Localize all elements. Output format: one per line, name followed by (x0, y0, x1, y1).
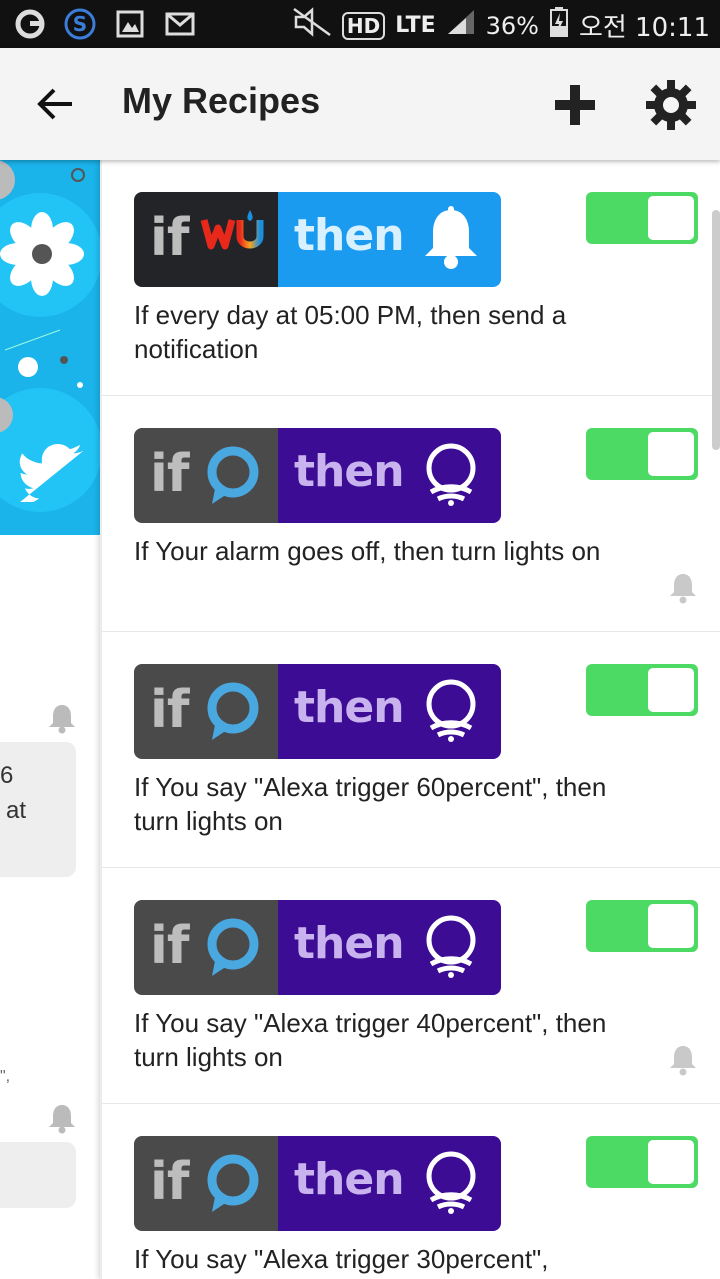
recipe-badge[interactable]: if then (134, 428, 501, 523)
recipe-toggle[interactable] (586, 900, 698, 952)
recipe-toggle[interactable] (586, 1136, 698, 1188)
action-channel: then (278, 428, 501, 523)
hue-lights-icon (421, 678, 481, 742)
recipe-item[interactable]: if then If You say "Alexa trigger 30percen… (102, 1104, 720, 1279)
svg-text:S: S (73, 12, 87, 36)
trigger-channel: if (134, 1136, 278, 1231)
then-label: then (294, 446, 405, 497)
settings-gear-icon[interactable] (644, 78, 698, 132)
recipe-description: If every day at 05:00 PM, then send a no… (134, 300, 567, 364)
recipe-item[interactable]: if then If every day at 05:00 PM, then sen… (102, 160, 720, 396)
recipe-item[interactable]: if then If You say "Alexa trigger 60percen… (102, 632, 720, 868)
alexa-icon (200, 678, 266, 744)
then-label: then (294, 210, 405, 261)
recipe-badge[interactable]: if then (134, 664, 501, 759)
trigger-channel: if (134, 664, 278, 759)
recipe-card[interactable] (0, 1142, 76, 1208)
hue-lights-icon (421, 442, 481, 506)
signal-icon (446, 8, 476, 43)
alexa-icon (200, 442, 266, 508)
app-s-icon: S (64, 8, 96, 40)
scrollbar[interactable] (712, 210, 720, 450)
if-label: if (150, 444, 189, 504)
then-label: then (294, 682, 405, 733)
trigger-channel: if (134, 900, 278, 995)
trigger-channel: if (134, 192, 278, 287)
action-channel: then (278, 900, 501, 995)
toggle-knob (648, 432, 694, 476)
recipe-description: If You say "Alexa trigger 60percent", th… (134, 772, 607, 836)
action-channel: then (278, 664, 501, 759)
mute-icon (292, 7, 332, 44)
if-label: if (150, 916, 189, 976)
recipe-badge[interactable]: if then (134, 900, 501, 995)
add-recipe-icon[interactable] (552, 82, 598, 128)
recipe-list[interactable]: if then If every day at 05:00 PM, then sen… (100, 160, 720, 1279)
toggle-knob (648, 904, 694, 948)
recipe-description: If You say "Alexa trigger 40percent", th… (134, 1008, 607, 1072)
recipe-text-fragment: ", (0, 1068, 11, 1085)
if-label: if (150, 680, 189, 740)
hue-lights-icon (421, 1150, 481, 1214)
recipe-text-fragment: at (6, 797, 27, 824)
if-label: if (150, 208, 189, 268)
lte-indicator: LTE (395, 13, 436, 38)
status-bar: S HD LTE 36% 오전 10:11 (0, 0, 720, 48)
recipe-description: If You say "Alexa trigger 30percent", (134, 1244, 549, 1274)
notification-off-bell-icon[interactable] (668, 1044, 698, 1076)
toggle-knob (648, 668, 694, 712)
recipe-item[interactable]: if then If Your alarm goes off, then turn … (102, 396, 720, 632)
action-channel: then (278, 1136, 501, 1231)
alexa-icon (200, 1150, 266, 1216)
toggle-knob (648, 1140, 694, 1184)
mail-icon (164, 8, 196, 40)
hue-lights-icon (421, 914, 481, 978)
app-bar: My Recipes (0, 48, 720, 160)
alexa-icon (200, 914, 266, 980)
action-channel: then (278, 192, 501, 287)
if-label: if (150, 1152, 189, 1212)
recipe-toggle[interactable] (586, 428, 698, 480)
battery-charging-icon (549, 6, 569, 45)
gallery-icon (114, 8, 146, 40)
hd-badge: HD (341, 11, 386, 40)
recipe-toggle[interactable] (586, 664, 698, 716)
then-label: then (294, 1154, 405, 1205)
recipe-text-fragment: 6 (0, 762, 14, 789)
weather-underground-icon (200, 206, 266, 272)
back-arrow-icon[interactable] (30, 82, 80, 126)
notification-bell-icon (421, 206, 481, 270)
battery-percent: 36% (485, 11, 539, 40)
recipe-item[interactable]: if then If You say "Alexa trigger 40percen… (102, 868, 720, 1104)
twitter-bird-icon (16, 442, 88, 507)
recipe-badge[interactable]: if then (134, 192, 501, 287)
flower-icon (0, 212, 84, 301)
app-g-icon (14, 8, 46, 40)
bell-icon (46, 1102, 78, 1134)
page-title: My Recipes (122, 80, 321, 121)
recipe-badge[interactable]: if then (134, 1136, 501, 1231)
then-label: then (294, 918, 405, 969)
recipe-toggle[interactable] (586, 192, 698, 244)
notification-off-bell-icon[interactable] (668, 572, 698, 604)
toggle-knob (648, 196, 694, 240)
clock: 오전 10:11 (578, 13, 710, 43)
background-page: 6 at ", (0, 160, 100, 1279)
hero-banner (0, 160, 100, 535)
trigger-channel: if (134, 428, 278, 523)
recipe-card[interactable]: 6 at (0, 742, 76, 877)
recipe-description: If Your alarm goes off, then turn lights… (134, 536, 601, 566)
bell-icon (46, 702, 78, 734)
